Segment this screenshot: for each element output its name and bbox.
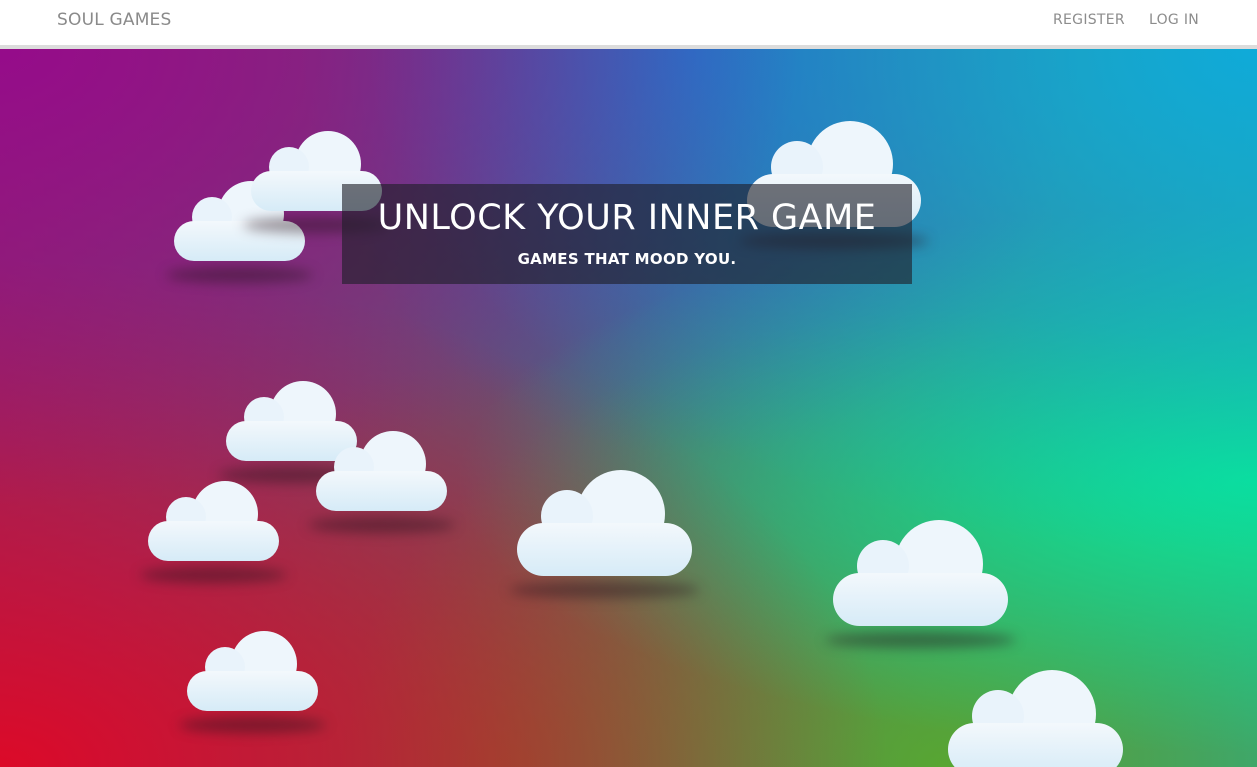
cloud-icon [509,470,700,598]
cloud-icon [140,481,287,583]
cloud-icon [179,631,326,733]
cloud-icon [825,520,1016,648]
cloud-icon [308,431,455,533]
brand-logo-link[interactable]: SOUL GAMES [57,10,172,30]
hero-subtitle: GAMES THAT MOOD YOU. [517,250,737,268]
hero-title: UNLOCK YOUR INNER GAME [377,198,877,238]
login-link[interactable]: LOG IN [1149,12,1199,28]
register-link[interactable]: REGISTER [1053,12,1125,28]
cloud-icon [948,670,1123,767]
hero-section: UNLOCK YOUR INNER GAME GAMES THAT MOOD Y… [0,49,1257,767]
top-navbar: SOUL GAMES REGISTER LOG IN [0,0,1257,49]
hero-banner: UNLOCK YOUR INNER GAME GAMES THAT MOOD Y… [342,184,912,284]
